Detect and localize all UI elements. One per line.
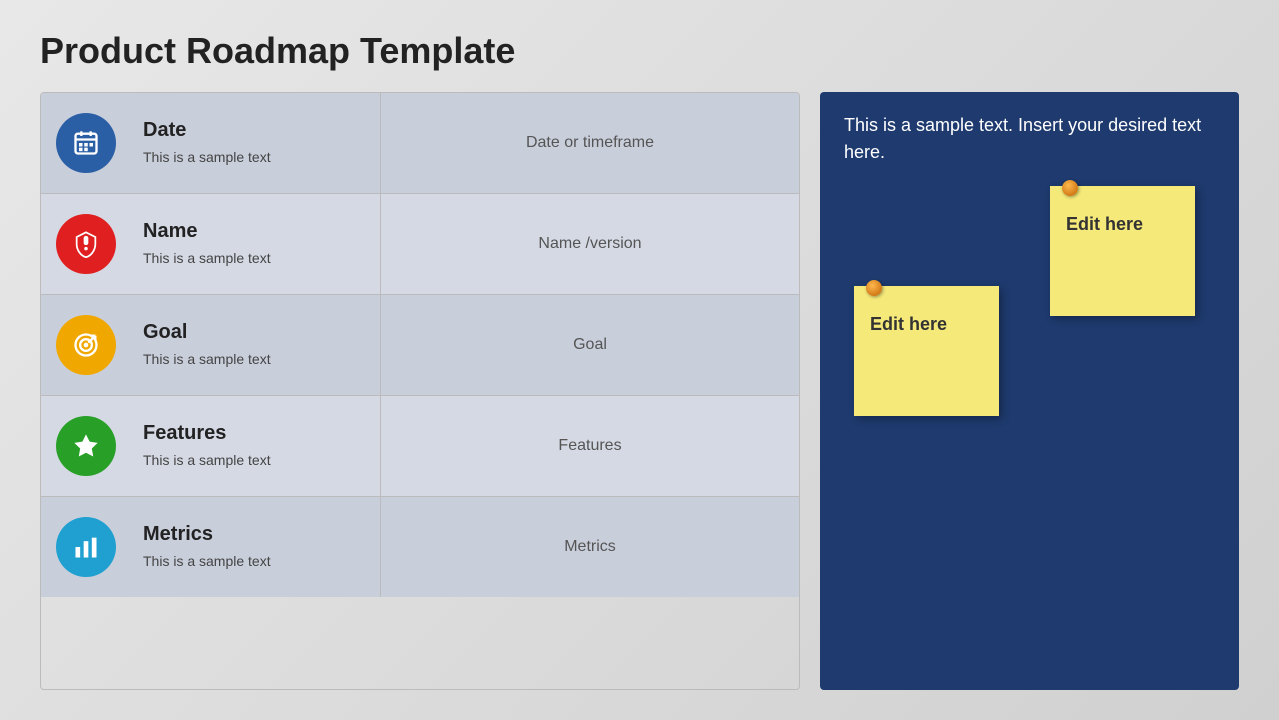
sticky-note-1-label: Edit here: [1066, 214, 1179, 235]
value-cell-goal: Goal: [381, 295, 799, 395]
label-cell-date: Date This is a sample text: [131, 93, 381, 193]
label-cell-features: Features This is a sample text: [131, 396, 381, 496]
label-cell-name: Name This is a sample text: [131, 194, 381, 294]
main-content: Date This is a sample text Date or timef…: [40, 92, 1239, 690]
pin-icon-1: [1062, 180, 1078, 196]
table-row-goal: Goal This is a sample text Goal: [41, 295, 799, 396]
pin-icon-2: [866, 280, 882, 296]
row-desc-metrics: This is a sample text: [143, 552, 368, 572]
row-desc-goal: This is a sample text: [143, 350, 368, 370]
icon-cell-goal: [41, 295, 131, 395]
row-desc-name: This is a sample text: [143, 249, 368, 269]
table-row-metrics: Metrics This is a sample text Metrics: [41, 497, 799, 597]
sticky-note-2[interactable]: Edit here: [854, 286, 999, 416]
value-cell-date: Date or timeframe: [381, 93, 799, 193]
row-label-features: Features: [143, 422, 368, 445]
icon-cell-date: [41, 93, 131, 193]
row-desc-date: This is a sample text: [143, 148, 368, 168]
row-label-goal: Goal: [143, 321, 368, 344]
value-cell-name: Name /version: [381, 194, 799, 294]
right-panel: This is a sample text. Insert your desir…: [820, 92, 1239, 690]
table-row-name: Name This is a sample text Name /version: [41, 194, 799, 295]
calendar-icon: [56, 113, 116, 173]
label-cell-metrics: Metrics This is a sample text: [131, 497, 381, 597]
chart-icon: [56, 517, 116, 577]
icon-cell-features: [41, 396, 131, 496]
target-icon: [56, 315, 116, 375]
tag-icon: [56, 214, 116, 274]
table-row-date: Date This is a sample text Date or timef…: [41, 93, 799, 194]
row-label-date: Date: [143, 119, 368, 142]
sticky-note-1[interactable]: Edit here: [1050, 186, 1195, 316]
label-cell-goal: Goal This is a sample text: [131, 295, 381, 395]
row-desc-features: This is a sample text: [143, 451, 368, 471]
row-label-metrics: Metrics: [143, 523, 368, 546]
right-panel-text: This is a sample text. Insert your desir…: [844, 112, 1215, 166]
table-row-features: Features This is a sample text Features: [41, 396, 799, 497]
value-cell-metrics: Metrics: [381, 497, 799, 597]
value-cell-features: Features: [381, 396, 799, 496]
sticky-note-2-label: Edit here: [870, 314, 983, 335]
sticky-notes-area: Edit here Edit here: [844, 186, 1215, 670]
icon-cell-metrics: [41, 497, 131, 597]
icon-cell-name: [41, 194, 131, 294]
star-icon: [56, 416, 116, 476]
page-title: Product Roadmap Template: [40, 30, 1239, 72]
roadmap-table: Date This is a sample text Date or timef…: [40, 92, 800, 690]
row-label-name: Name: [143, 220, 368, 243]
